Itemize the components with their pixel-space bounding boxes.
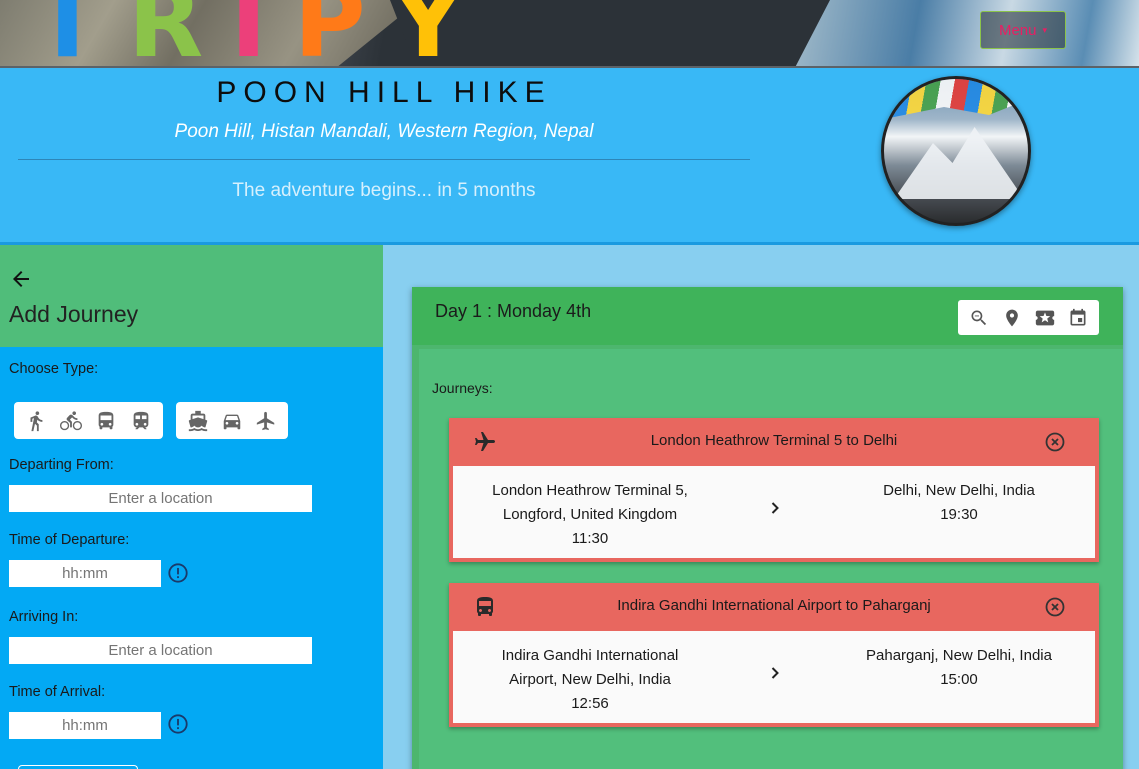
- journey-details: London Heathrow Terminal 5, Longford, Un…: [453, 466, 1095, 558]
- alert-info-icon[interactable]: [167, 713, 189, 735]
- arriving-label: Arriving In:: [9, 609, 79, 625]
- journey-card[interactable]: Indira Gandhi International Airport to P…: [449, 583, 1099, 727]
- tripy-logo[interactable]: TRIPY: [34, 0, 491, 68]
- day-body: Journeys: London Heathrow Terminal 5 to …: [419, 349, 1123, 769]
- remove-circle-icon[interactable]: [1043, 595, 1067, 619]
- logo-letter: T: [34, 0, 128, 68]
- logo-letter: P: [293, 0, 393, 68]
- panel-header: Add Journey: [0, 245, 383, 347]
- menu-button[interactable]: Menu ▾: [980, 11, 1066, 49]
- logo-letter: I: [230, 0, 294, 68]
- journey-destination: Paharganj, New Delhi, India 15:00: [837, 644, 1081, 692]
- departing-label: Departing From:: [9, 457, 114, 473]
- destination-line-1: Paharganj, New Delhi, India: [866, 647, 1052, 664]
- departure-time-label: Time of Departure:: [9, 532, 130, 548]
- train-icon[interactable]: [124, 406, 157, 436]
- logo-letter: Y: [392, 0, 491, 68]
- departure-time: 11:30: [571, 530, 609, 547]
- caret-down-icon: ▾: [1042, 24, 1048, 35]
- trip-countdown: The adventure begins... in 5 months: [232, 180, 536, 201]
- arrival-time-input[interactable]: [9, 712, 161, 739]
- header-divider: [18, 159, 750, 160]
- origin-line-2: Airport, New Delhi, India: [509, 671, 671, 688]
- origin-line-2: Longford, United Kingdom: [502, 506, 678, 523]
- journey-title: Indira Gandhi International Airport to P…: [617, 597, 931, 614]
- bicycle-icon[interactable]: [55, 406, 88, 436]
- chevron-right-icon: [771, 502, 779, 514]
- journey-card[interactable]: London Heathrow Terminal 5 to Delhi Lond…: [449, 418, 1099, 562]
- calendar-icon[interactable]: [1065, 305, 1091, 331]
- destination-line-1: Delhi, New Delhi, India: [883, 482, 1035, 499]
- panel-title: Add Journey: [9, 301, 139, 327]
- back-arrow-icon[interactable]: [9, 267, 33, 291]
- journey-origin: London Heathrow Terminal 5, Longford, Un…: [453, 479, 727, 551]
- day-card: Day 1 : Monday 4th Journeys: London Heat…: [412, 287, 1123, 769]
- origin-line-1: Indira Gandhi International: [501, 647, 679, 664]
- day-header: Day 1 : Monday 4th: [412, 287, 1123, 345]
- journey-origin: Indira Gandhi International Airport, New…: [453, 644, 727, 716]
- journey-title: London Heathrow Terminal 5 to Delhi: [650, 432, 898, 449]
- trip-photo[interactable]: [881, 76, 1031, 226]
- chevron-right-icon: [771, 667, 779, 679]
- day-toolbar: [958, 300, 1099, 335]
- ticket-icon[interactable]: [1032, 305, 1058, 331]
- arriving-location-input[interactable]: [9, 637, 312, 664]
- menu-label: Menu: [998, 21, 1037, 39]
- departing-location-input[interactable]: [9, 485, 312, 512]
- submit-button[interactable]: [18, 765, 138, 769]
- ferry-icon[interactable]: [182, 406, 214, 436]
- location-pin-icon[interactable]: [999, 305, 1025, 331]
- journey-header: Indira Gandhi International Airport to P…: [449, 583, 1099, 631]
- mountain-graphic: [894, 127, 1024, 199]
- bus-icon[interactable]: [90, 406, 123, 436]
- trip-location: Poon Hill, Histan Mandali, Western Regio…: [174, 121, 594, 142]
- walk-icon[interactable]: [20, 406, 53, 436]
- add-journey-panel: Add Journey Choose Type: Departing From:…: [0, 245, 383, 769]
- remove-circle-icon[interactable]: [1043, 430, 1067, 454]
- journey-destination: Delhi, New Delhi, India 19:30: [837, 479, 1081, 527]
- arrival-time: 19:30: [940, 506, 978, 523]
- logo-letter: R: [127, 0, 231, 68]
- departure-time-input[interactable]: [9, 560, 161, 587]
- car-icon[interactable]: [216, 406, 248, 436]
- journey-details: Indira Gandhi International Airport, New…: [453, 631, 1095, 723]
- plane-icon[interactable]: [250, 406, 282, 436]
- origin-line-1: London Heathrow Terminal 5,: [492, 482, 688, 499]
- top-banner: TRIPY Menu ▾: [0, 0, 1139, 68]
- journey-header: London Heathrow Terminal 5 to Delhi: [449, 418, 1099, 466]
- journeys-label: Journeys:: [432, 380, 493, 396]
- arrival-time-label: Time of Arrival:: [9, 684, 106, 700]
- alert-info-icon[interactable]: [167, 562, 189, 584]
- arrival-time: 15:00: [940, 671, 978, 688]
- other-transport-group: [176, 402, 288, 439]
- departure-time: 12:56: [571, 695, 609, 712]
- prayer-flags-graphic: [884, 79, 1028, 119]
- zoom-out-icon[interactable]: [966, 305, 992, 331]
- choose-type-label: Choose Type:: [9, 361, 99, 377]
- day-title: Day 1 : Monday 4th: [435, 301, 592, 321]
- land-transport-group: [14, 402, 163, 439]
- trip-title: POON HILL HIKE: [216, 76, 552, 109]
